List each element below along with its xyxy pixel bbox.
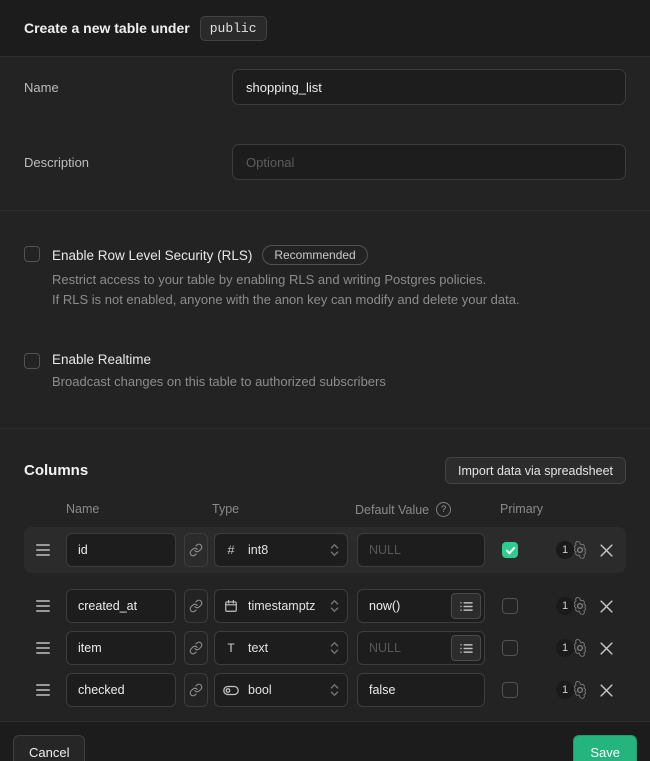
columns-title: Columns bbox=[24, 462, 88, 479]
column-type-select[interactable]: bool bbox=[214, 673, 348, 707]
select-chevrons-icon bbox=[330, 641, 339, 655]
realtime-description: Broadcast changes on this table to autho… bbox=[52, 372, 386, 392]
toggle-icon bbox=[223, 685, 239, 696]
drag-handle-icon[interactable] bbox=[36, 600, 50, 612]
hash-icon: # bbox=[223, 543, 239, 558]
primary-checkbox[interactable] bbox=[502, 542, 518, 558]
table-description-input[interactable] bbox=[232, 144, 626, 180]
remove-column-icon[interactable] bbox=[599, 683, 614, 698]
default-value-input[interactable] bbox=[357, 673, 485, 707]
primary-checkbox[interactable] bbox=[502, 640, 518, 656]
column-type-select[interactable]: # int8 bbox=[214, 533, 348, 567]
foreign-key-link-icon[interactable] bbox=[184, 631, 208, 665]
remove-column-icon[interactable] bbox=[599, 599, 614, 614]
column-row: Ttext1 bbox=[24, 627, 626, 669]
help-icon[interactable]: ? bbox=[436, 502, 451, 517]
drag-handle-icon[interactable] bbox=[36, 642, 50, 654]
general-section: Name Description bbox=[0, 57, 650, 211]
column-name-input[interactable] bbox=[66, 533, 176, 567]
columns-section: Columns Import data via spreadsheet Name… bbox=[0, 429, 650, 721]
primary-checkbox[interactable] bbox=[502, 598, 518, 614]
dialog-header: Create a new table under public bbox=[0, 0, 650, 57]
save-button[interactable]: Save bbox=[573, 735, 637, 761]
remove-column-icon[interactable] bbox=[599, 641, 614, 656]
foreign-key-link-icon[interactable] bbox=[184, 589, 208, 623]
default-value-input[interactable] bbox=[357, 533, 485, 567]
select-chevrons-icon bbox=[330, 599, 339, 613]
column-type-label: int8 bbox=[248, 543, 268, 557]
header-name: Name bbox=[66, 502, 99, 516]
default-value-menu-icon[interactable] bbox=[451, 635, 481, 661]
column-row: timestamptz1 bbox=[24, 585, 626, 627]
drag-handle-icon[interactable] bbox=[36, 544, 50, 556]
select-chevrons-icon bbox=[330, 683, 339, 697]
column-row: #int81 bbox=[24, 527, 626, 573]
header-primary: Primary bbox=[500, 502, 543, 516]
column-type-select[interactable]: Ttext bbox=[214, 631, 348, 665]
name-label: Name bbox=[24, 69, 232, 95]
select-chevrons-icon bbox=[330, 543, 339, 557]
column-row: bool1 bbox=[24, 669, 626, 711]
column-name-input[interactable] bbox=[66, 631, 176, 665]
column-type-label: timestamptz bbox=[248, 599, 315, 613]
column-type-label: text bbox=[248, 641, 268, 655]
foreign-key-link-icon[interactable] bbox=[184, 533, 208, 567]
realtime-block: Enable Realtime Broadcast changes on thi… bbox=[24, 352, 626, 392]
column-type-select[interactable]: timestamptz bbox=[214, 589, 348, 623]
column-name-input[interactable] bbox=[66, 589, 176, 623]
header-default-value: Default Value ? bbox=[355, 502, 451, 517]
realtime-checkbox[interactable] bbox=[24, 353, 40, 369]
realtime-label: Enable Realtime bbox=[52, 352, 151, 367]
default-value-menu-icon[interactable] bbox=[451, 593, 481, 619]
rls-checkbox[interactable] bbox=[24, 246, 40, 262]
dialog-footer: Cancel Save bbox=[0, 721, 650, 761]
description-label: Description bbox=[24, 144, 232, 170]
columns-rows: #int81timestamptz1Ttext1bool1 bbox=[24, 527, 626, 711]
foreign-key-link-icon[interactable] bbox=[184, 673, 208, 707]
options-section: Enable Row Level Security (RLS) Recommen… bbox=[0, 211, 650, 429]
text-icon: T bbox=[223, 641, 239, 656]
header-type: Type bbox=[212, 502, 239, 516]
dialog-title: Create a new table under bbox=[24, 20, 190, 36]
table-name-input[interactable] bbox=[232, 69, 626, 105]
rls-description: Restrict access to your table by enablin… bbox=[52, 270, 520, 310]
recommended-badge: Recommended bbox=[262, 245, 367, 265]
primary-checkbox[interactable] bbox=[502, 682, 518, 698]
cancel-button[interactable]: Cancel bbox=[13, 735, 85, 761]
drag-handle-icon[interactable] bbox=[36, 684, 50, 696]
rls-block: Enable Row Level Security (RLS) Recommen… bbox=[24, 245, 626, 310]
column-name-input[interactable] bbox=[66, 673, 176, 707]
column-type-label: bool bbox=[248, 683, 272, 697]
import-spreadsheet-button[interactable]: Import data via spreadsheet bbox=[445, 457, 626, 484]
remove-column-icon[interactable] bbox=[599, 543, 614, 558]
calendar-icon bbox=[223, 599, 239, 613]
columns-table-headers: Name Type Default Value ? Primary bbox=[24, 502, 626, 517]
rls-label: Enable Row Level Security (RLS) bbox=[52, 248, 252, 263]
schema-badge: public bbox=[200, 16, 267, 41]
